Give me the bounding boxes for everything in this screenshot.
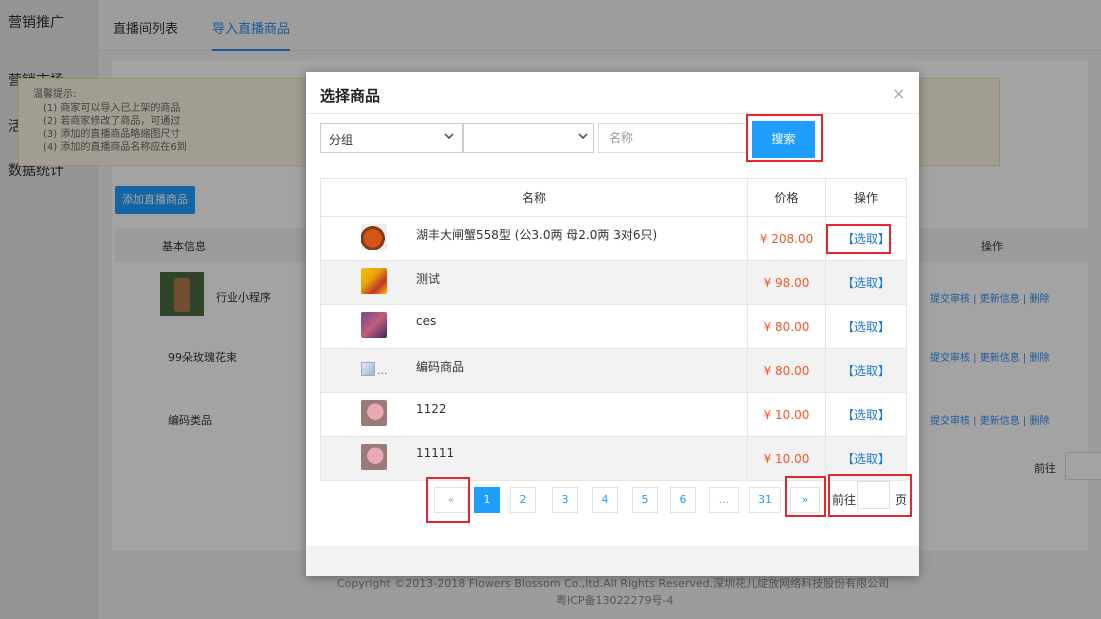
select-goods-modal: 选择商品 × 分组 搜索 名称 价格 操作 湖丰大闸蟹558型 bbox=[306, 72, 919, 576]
page-ellipsis: ... bbox=[709, 487, 739, 513]
select-goods-link[interactable]: 【选取】 bbox=[825, 348, 907, 393]
close-icon[interactable]: × bbox=[892, 84, 905, 103]
group-select-value: 分组 bbox=[329, 133, 354, 147]
page-button-3[interactable]: 3 bbox=[552, 487, 578, 513]
goods-table: 名称 价格 操作 湖丰大闸蟹558型 (公3.0两 母2.0两 3对6只) ¥ … bbox=[320, 178, 907, 481]
goods-price: ¥ 10.00 bbox=[747, 392, 826, 437]
page-button-2[interactable]: 2 bbox=[510, 487, 536, 513]
page-unit-label: 页 bbox=[895, 493, 908, 507]
table-row: 湖丰大闸蟹558型 (公3.0两 母2.0两 3对6只) ¥ 208.00 【选… bbox=[320, 216, 907, 261]
yellow-food-image bbox=[361, 268, 387, 294]
table-row: ... 编码商品 ¥ 80.00 【选取】 bbox=[320, 348, 907, 393]
column-header-name: 名称 bbox=[320, 178, 748, 217]
broken-image-icon: ... bbox=[361, 362, 388, 377]
goods-name: ces bbox=[416, 314, 437, 328]
table-row: 11111 ¥ 10.00 【选取】 bbox=[320, 436, 907, 481]
goods-name-input[interactable] bbox=[598, 123, 748, 153]
subgroup-select[interactable] bbox=[463, 123, 594, 153]
goods-name: 测试 bbox=[416, 272, 441, 286]
modal-divider bbox=[306, 113, 919, 114]
table-row: 1122 ¥ 10.00 【选取】 bbox=[320, 392, 907, 437]
goods-price: ¥ 98.00 bbox=[747, 260, 826, 305]
chevron-down-icon bbox=[577, 129, 589, 146]
goods-name: 湖丰大闸蟹558型 (公3.0两 母2.0两 3对6只) bbox=[416, 228, 658, 242]
page-button-6[interactable]: 6 bbox=[670, 487, 696, 513]
page-button-4[interactable]: 4 bbox=[592, 487, 618, 513]
chevron-down-icon bbox=[443, 129, 455, 146]
next-page-button[interactable]: » bbox=[790, 487, 820, 513]
goods-price: ¥ 208.00 bbox=[747, 216, 826, 261]
goods-price: ¥ 10.00 bbox=[747, 436, 826, 481]
prev-page-button[interactable]: « bbox=[434, 487, 468, 513]
column-header-price: 价格 bbox=[747, 178, 826, 217]
page-button-5[interactable]: 5 bbox=[632, 487, 658, 513]
modal-title: 选择商品 bbox=[320, 87, 381, 105]
page-button-31[interactable]: 31 bbox=[749, 487, 781, 513]
table-row: ces ¥ 80.00 【选取】 bbox=[320, 304, 907, 349]
broken-image-alt: ... bbox=[377, 364, 388, 377]
purple-product-image bbox=[361, 312, 387, 338]
search-button[interactable]: 搜索 bbox=[752, 121, 815, 158]
pink-flower-image bbox=[361, 400, 387, 426]
modal-footer bbox=[306, 546, 919, 576]
table-header-row: 名称 价格 操作 bbox=[320, 178, 907, 217]
select-goods-link[interactable]: 【选取】 bbox=[825, 436, 907, 481]
pink-flower-image bbox=[361, 444, 387, 470]
goods-price: ¥ 80.00 bbox=[747, 348, 826, 393]
select-goods-link[interactable]: 【选取】 bbox=[825, 216, 907, 261]
table-row: 测试 ¥ 98.00 【选取】 bbox=[320, 260, 907, 305]
column-header-operation: 操作 bbox=[825, 178, 907, 217]
goto-page-input[interactable] bbox=[857, 481, 890, 509]
goods-name: 1122 bbox=[416, 402, 447, 416]
select-goods-link[interactable]: 【选取】 bbox=[825, 260, 907, 305]
goods-name: 编码商品 bbox=[416, 360, 465, 374]
select-goods-link[interactable]: 【选取】 bbox=[825, 392, 907, 437]
goods-name: 11111 bbox=[416, 446, 455, 460]
group-select[interactable]: 分组 bbox=[320, 123, 463, 153]
goods-price: ¥ 80.00 bbox=[747, 304, 826, 349]
select-goods-link[interactable]: 【选取】 bbox=[825, 304, 907, 349]
page-button-1[interactable]: 1 bbox=[474, 487, 500, 513]
crab-image bbox=[361, 224, 387, 250]
goto-label: 前往 bbox=[832, 493, 857, 507]
